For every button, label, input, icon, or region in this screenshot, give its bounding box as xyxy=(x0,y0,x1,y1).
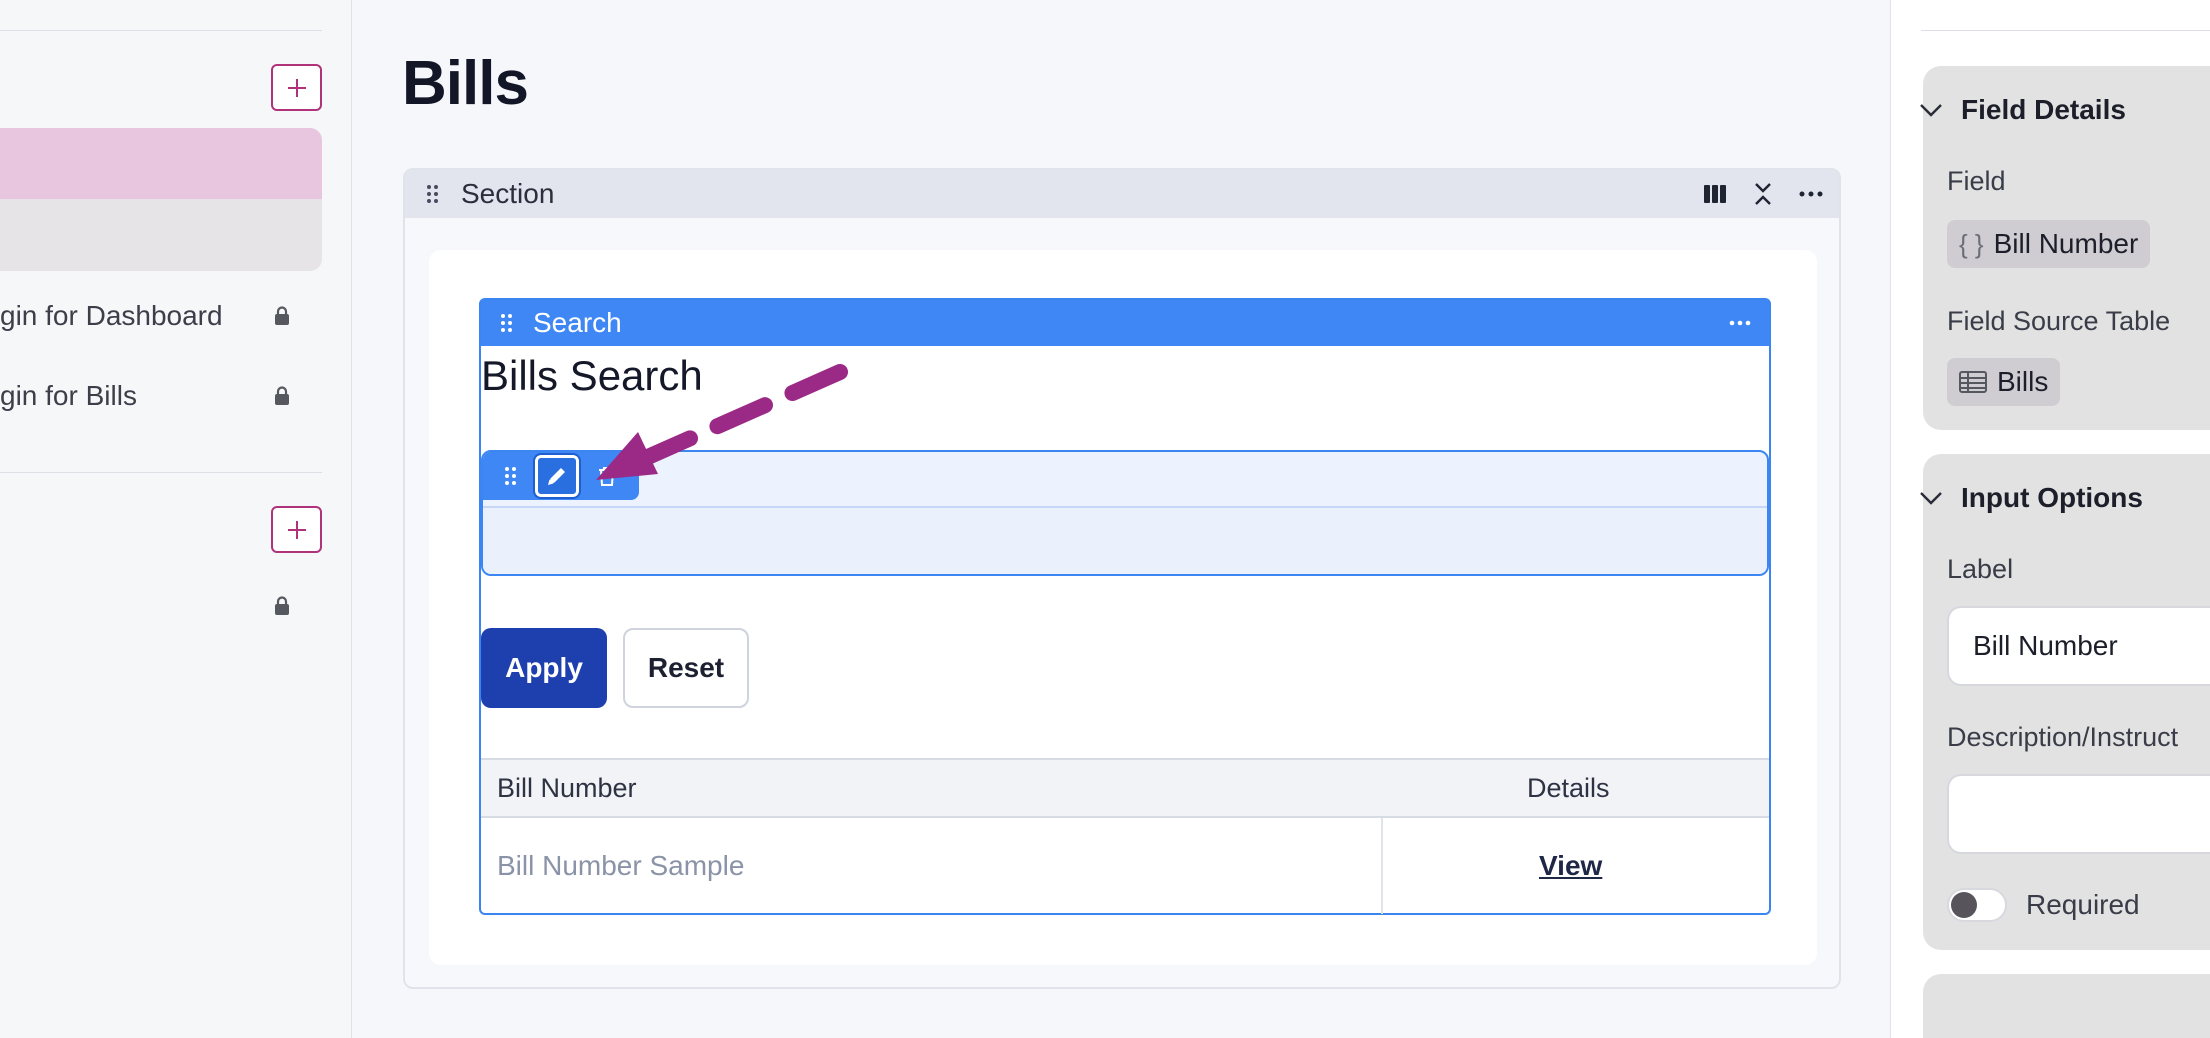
page-title: Bills xyxy=(402,49,529,118)
section-header: Section xyxy=(405,170,1839,218)
source-table-value: Bills xyxy=(1997,366,2049,397)
table-row: Bill Number Sample View xyxy=(481,818,1769,914)
next-card xyxy=(1923,974,2210,1038)
chevron-down-icon xyxy=(1920,492,1942,505)
lock-icon xyxy=(275,596,289,615)
section-title: Section xyxy=(461,178,555,209)
field-details-toggle[interactable]: Field Details xyxy=(1919,94,2126,126)
label-field-label: Label xyxy=(1947,554,2014,584)
sidebar-item-label: gin for Bills xyxy=(0,380,137,411)
input-options-toggle[interactable]: Input Options xyxy=(1919,482,2143,514)
sidebar-item-selected-group[interactable] xyxy=(0,199,322,271)
annotation-arrow xyxy=(596,364,848,480)
field-source-label: Field Source Table xyxy=(1947,306,2171,336)
toggle-knob xyxy=(1951,892,1977,918)
properties-panel: Field Details Field { } Bill Number Fiel… xyxy=(1891,0,2210,1038)
reset-button[interactable]: Reset xyxy=(623,628,749,708)
sidebar-item-label: gin for Dashboard xyxy=(0,300,223,331)
field-details-heading: Field Details xyxy=(1961,94,2126,125)
chevron-down-icon xyxy=(1920,104,1942,117)
lock-icon xyxy=(275,306,289,325)
lock-icon xyxy=(275,386,289,405)
results-table: Bill Number Details Bill Number Sample V… xyxy=(481,758,1769,914)
field-chip[interactable]: { } Bill Number xyxy=(1947,220,2151,268)
description-field-label: Description/Instruct xyxy=(1947,722,2179,752)
column-header-bill-number[interactable]: Bill Number xyxy=(497,760,637,816)
input-options-card xyxy=(1923,454,2210,950)
braces-icon: { } xyxy=(1959,228,1984,259)
section-content: Search Bills Search Apply Reset Bill Num… xyxy=(429,250,1817,965)
cell-bill-number: Bill Number Sample xyxy=(497,850,745,881)
sidebar-item-active[interactable] xyxy=(0,128,322,199)
add-page-button[interactable] xyxy=(271,64,322,111)
source-table-chip[interactable]: Bills xyxy=(1947,358,2061,406)
more-options-icon[interactable] xyxy=(1799,191,1823,197)
label-input[interactable]: Bill Number xyxy=(1947,606,2210,686)
add-item-button[interactable] xyxy=(271,506,322,553)
plus-icon xyxy=(287,520,306,539)
drag-handle-icon[interactable] xyxy=(427,185,439,203)
required-toggle[interactable] xyxy=(1947,888,2007,922)
view-link[interactable]: View xyxy=(1539,818,1602,914)
pencil-icon xyxy=(548,468,565,485)
search-block-title: Search xyxy=(533,307,622,338)
section-toolbar xyxy=(1703,170,1823,218)
column-header-details[interactable]: Details xyxy=(1527,760,1610,816)
drag-handle-icon[interactable] xyxy=(505,467,517,485)
search-field-input[interactable] xyxy=(483,506,1767,574)
input-options-heading: Input Options xyxy=(1961,482,2143,513)
column-divider xyxy=(1381,818,1383,914)
columns-icon[interactable] xyxy=(1703,183,1727,205)
search-block-header: Search xyxy=(481,300,1769,346)
edit-field-button[interactable] xyxy=(533,453,581,499)
apply-button[interactable]: Apply xyxy=(481,628,607,708)
table-header: Bill Number Details xyxy=(481,760,1769,818)
sidebar-divider xyxy=(0,472,322,473)
field-value: Bill Number xyxy=(1993,228,2139,259)
more-options-icon[interactable] xyxy=(1729,312,1751,339)
description-input[interactable] xyxy=(1947,774,2210,854)
panel-divider xyxy=(1921,30,2210,31)
drag-handle-icon[interactable] xyxy=(501,314,513,332)
sidebar-divider xyxy=(0,30,322,31)
field-label: Field xyxy=(1947,166,2006,196)
left-sidebar: gin for Dashboard gin for Bills xyxy=(0,0,352,1038)
table-icon xyxy=(1959,371,1987,393)
plus-icon xyxy=(287,78,306,97)
required-label: Required xyxy=(2026,889,2140,920)
collapse-icon[interactable] xyxy=(1753,182,1773,206)
section-block[interactable]: Section Search Bills Search Apply Reset … xyxy=(403,168,1841,989)
